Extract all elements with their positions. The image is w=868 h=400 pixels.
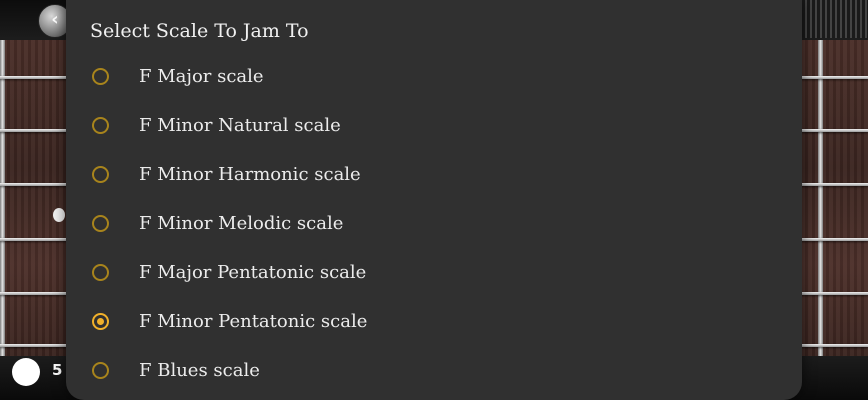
radio-unchecked-icon[interactable] bbox=[92, 215, 109, 232]
scale-option[interactable]: F Minor Harmonic scale bbox=[66, 152, 802, 201]
scale-option[interactable]: F Minor Melodic scale bbox=[66, 201, 802, 250]
scale-option[interactable]: F Minor Pentatonic scale bbox=[66, 299, 802, 348]
fret-line bbox=[818, 40, 823, 360]
scale-select-dialog: Select Scale To Jam To F Major scale F Mi… bbox=[66, 0, 802, 400]
radio-unchecked-icon[interactable] bbox=[92, 117, 109, 134]
radio-unchecked-icon[interactable] bbox=[92, 264, 109, 281]
scale-option-label: F Minor Pentatonic scale bbox=[139, 311, 368, 332]
dialog-title: Select Scale To Jam To bbox=[90, 20, 309, 42]
fret-number-label: 5 bbox=[52, 361, 63, 379]
scale-option[interactable]: F Major Pentatonic scale bbox=[66, 250, 802, 299]
tuning-peg-area bbox=[800, 0, 868, 38]
fret-inlay-dot bbox=[53, 208, 65, 222]
toggle-circle[interactable] bbox=[12, 358, 40, 386]
radio-unchecked-icon[interactable] bbox=[92, 166, 109, 183]
fret-line bbox=[0, 40, 5, 360]
scale-option-label: F Minor Natural scale bbox=[139, 115, 341, 136]
chevron-left-icon: ‹ bbox=[51, 9, 59, 30]
scale-option-label: F Blues scale bbox=[139, 360, 260, 381]
scale-option[interactable]: F Minor Natural scale bbox=[66, 103, 802, 152]
radio-checked-icon[interactable] bbox=[92, 313, 109, 330]
scale-option-label: F Major scale bbox=[139, 66, 264, 87]
scale-option-label: F Minor Melodic scale bbox=[139, 213, 344, 234]
scale-option-label: F Major Pentatonic scale bbox=[139, 262, 367, 283]
scale-option[interactable]: F Blues scale bbox=[66, 348, 802, 397]
scale-option[interactable]: F Major scale bbox=[66, 54, 802, 103]
radio-unchecked-icon[interactable] bbox=[92, 362, 109, 379]
radio-unchecked-icon[interactable] bbox=[92, 68, 109, 85]
scale-option-label: F Minor Harmonic scale bbox=[139, 164, 361, 185]
